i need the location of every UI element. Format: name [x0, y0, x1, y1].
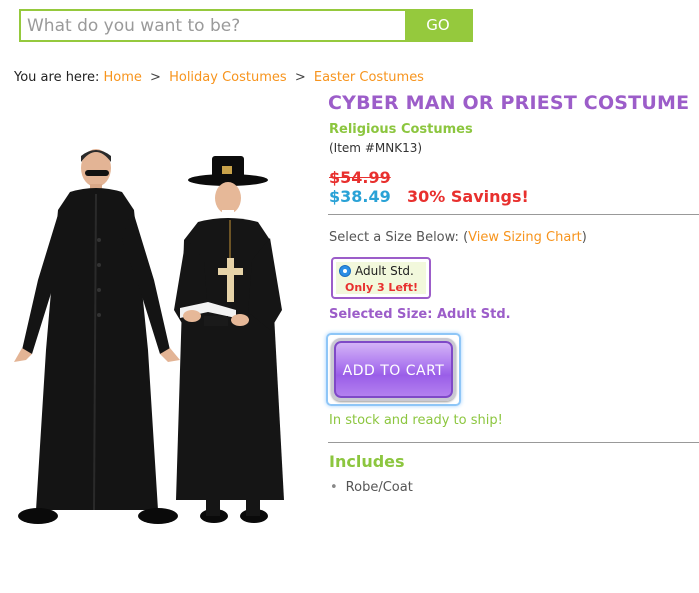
breadcrumb-easter-costumes-link[interactable]: Easter Costumes	[314, 70, 424, 85]
priest-figure	[174, 156, 284, 523]
stock-warning: Only 3 Left!	[345, 281, 418, 294]
breadcrumb-separator: >	[150, 70, 161, 85]
sizing-chart-link[interactable]: View Sizing Chart	[468, 230, 582, 245]
go-button[interactable]: GO	[405, 11, 471, 40]
breadcrumb-prefix: You are here:	[14, 70, 100, 85]
product-title: CYBER MAN OR PRIEST COSTUME	[328, 92, 690, 114]
search-bar: GO	[19, 9, 473, 42]
item-number: (Item #MNK13)	[329, 141, 423, 155]
divider	[328, 442, 699, 443]
savings-label: 30% Savings!	[407, 187, 529, 206]
selected-size-text: Selected Size: Adult Std.	[329, 307, 511, 322]
radio-selected-icon[interactable]	[339, 265, 351, 277]
size-option-background: Adult Std. Only 3 Left!	[336, 262, 426, 294]
breadcrumb-holiday-costumes-link[interactable]: Holiday Costumes	[169, 70, 287, 85]
list-item: Robe/Coat	[330, 480, 413, 495]
add-to-cart-button[interactable]: ADD TO CART	[331, 338, 456, 401]
search-input[interactable]	[21, 11, 407, 40]
includes-list: Robe/Coat	[330, 480, 413, 495]
size-prompt-prefix: Select a Size Below: (	[329, 230, 469, 245]
breadcrumb: You are here: Home > Holiday Costumes > …	[14, 70, 424, 85]
includes-heading: Includes	[329, 452, 405, 471]
stock-status: In stock and ready to ship!	[329, 413, 503, 428]
original-price: $54.99	[329, 168, 391, 187]
add-to-cart-label: ADD TO CART	[342, 363, 445, 379]
sale-price: $38.49	[329, 187, 391, 206]
divider	[328, 214, 699, 215]
breadcrumb-home-link[interactable]: Home	[104, 70, 142, 85]
breadcrumb-separator: >	[294, 70, 306, 85]
product-category: Religious Costumes	[329, 122, 473, 137]
cyber-man-figure	[14, 149, 180, 524]
size-prompt: Select a Size Below: (View Sizing Chart)	[329, 230, 587, 245]
product-image	[14, 149, 284, 524]
size-option-adult-std[interactable]: Adult Std. Only 3 Left!	[331, 257, 431, 299]
size-option-label: Adult Std.	[355, 264, 414, 278]
size-prompt-suffix: )	[581, 230, 587, 245]
